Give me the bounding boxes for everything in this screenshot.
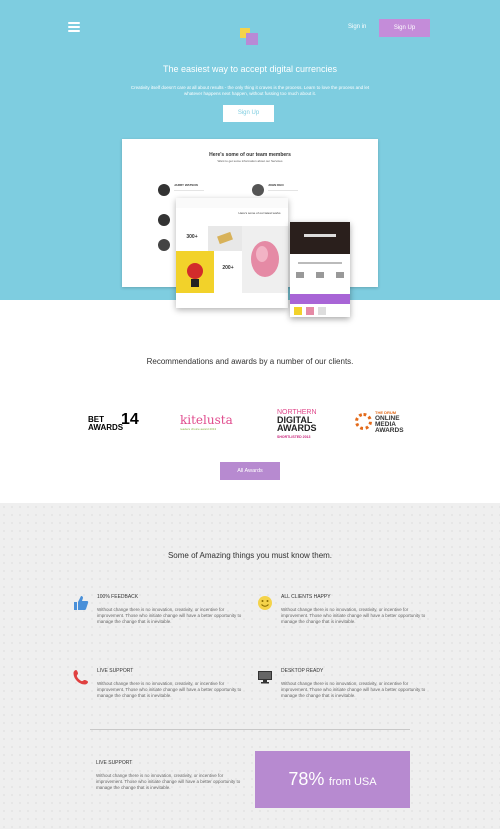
the-drum-logo: THE DRUM ONLINE MEDIA AWARDS (355, 410, 404, 434)
member-name: JARRY WATSON (174, 183, 198, 187)
dark-site-mockup (290, 222, 350, 317)
feature-heading: DESKTOP READY (281, 668, 324, 674)
hero-title: The easiest way to accept digital curren… (162, 64, 338, 74)
stat-300: 300+ (186, 234, 198, 240)
logo-text: AWARDS (88, 423, 124, 432)
feature-text: Without change there is no innovation, c… (97, 607, 242, 624)
card-text: Here's some of our latest works (238, 211, 281, 215)
feature-heading: LIVE SUPPORT (97, 668, 134, 674)
feature-item: LIVE SUPPORT Without change there is no … (97, 668, 247, 699)
smiley-icon (257, 595, 273, 611)
logo-tagline: readers choice award 2013 (180, 427, 217, 431)
thumbs-up-icon (73, 595, 89, 611)
signup-header-button[interactable]: Sign Up (379, 19, 430, 37)
feature-item: DESKTOP READY Without change there is no… (281, 668, 431, 699)
member-name: JOHN DEO (268, 183, 284, 187)
gold-object-image (208, 226, 242, 251)
feature-text: Without change there is no innovation, c… (281, 607, 426, 624)
feature-text: Without change there is no innovation, c… (97, 681, 242, 698)
logo-text: AWARDS (375, 427, 404, 434)
feature-item: ALL CLIENTS HAPPY Without change there i… (281, 594, 431, 625)
avatar (158, 184, 170, 196)
feature-heading: 100% FEEDBACK (97, 594, 139, 600)
features-title: Some of Amazing things you must know the… (167, 551, 333, 560)
card-header (176, 198, 288, 208)
hero-signup-button[interactable]: Sign Up (223, 105, 274, 122)
feature-text: Without change there is no innovation, c… (281, 681, 426, 698)
section-divider (90, 729, 410, 730)
feature-heading: LIVE SUPPORT (96, 760, 133, 766)
phone-icon (73, 669, 89, 685)
pink-sculpture-image (242, 226, 288, 293)
yellow-art-tile (176, 251, 214, 293)
feature-item: LIVE SUPPORT Without change there is no … (96, 760, 246, 791)
northern-digital-awards-logo: NORTHERN DIGITAL AWARDS SHORTLISTED 2013 (277, 409, 317, 440)
stat-value: 78% (288, 769, 325, 789)
logo-text: SHORTLISTED 2013 (277, 434, 311, 439)
stat-200: 200+ (214, 251, 242, 293)
hero-section: Sign in Sign Up The easiest way to accep… (0, 0, 500, 317)
awards-title: Recommendations and awards by a number o… (146, 357, 354, 366)
feature-text: Without change there is no innovation, c… (96, 773, 241, 790)
brand-logo[interactable] (240, 28, 260, 46)
usa-stat-box: 78% from USA (255, 751, 410, 808)
logo-number: 14 (121, 411, 139, 428)
kitelusta-logo: kitelusta readers choice award 2013 (180, 413, 233, 431)
bet-awards-logo: BET AWARDS 14 (88, 412, 139, 432)
hamburger-icon[interactable] (68, 22, 80, 33)
works-card-mockup: Here's some of our latest works 300+ 200… (176, 198, 288, 308)
mockup-title: Here's some of our team members (209, 152, 291, 158)
feature-item: 100% FEEDBACK Without change there is no… (97, 594, 247, 625)
avatar (158, 214, 170, 226)
feature-heading: ALL CLIENTS HAPPY (281, 594, 331, 600)
drum-circle-icon (355, 413, 372, 430)
hero-subtitle: Creativity itself doesn't care at all ab… (130, 85, 370, 96)
member-bio: ———————————— (174, 189, 204, 192)
avatar (158, 239, 170, 251)
monitor-icon (257, 669, 273, 685)
signin-link[interactable]: Sign in (348, 24, 366, 30)
logo-text: AWARDS (277, 423, 317, 433)
stat-label: from USA (328, 776, 377, 788)
mockup-subtitle: Want to get some information about our S… (217, 159, 283, 163)
all-awards-button[interactable]: All Awards (220, 462, 280, 480)
logo-text: kitelusta (180, 413, 233, 427)
avatar (252, 184, 264, 196)
member-bio: ———————————— (268, 189, 298, 192)
